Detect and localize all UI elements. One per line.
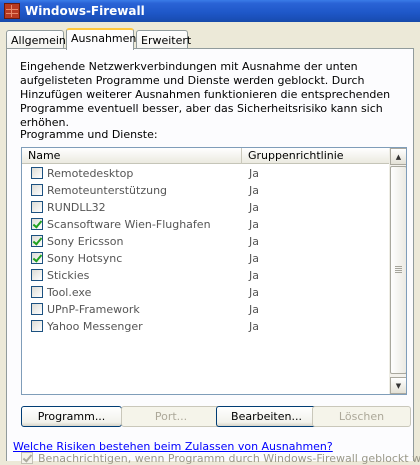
row-group-policy: Ja [249, 201, 259, 214]
firewall-icon [4, 3, 20, 19]
vertical-scrollbar[interactable]: ▲ ▼ [389, 148, 406, 394]
programs-label: Programme und Dienste: [20, 128, 158, 141]
row-name: Yahoo Messenger [47, 320, 143, 333]
row-checkbox[interactable] [31, 201, 43, 213]
list-item[interactable]: UPnP-Framework Ja [22, 301, 390, 318]
list-item[interactable]: Sony Hotsync Ja [22, 250, 390, 267]
scroll-down-icon[interactable]: ▼ [390, 377, 406, 394]
risks-help-link[interactable]: Welche Risiken bestehen beim Zulassen vo… [13, 440, 333, 453]
row-checkbox[interactable] [31, 184, 43, 196]
scroll-up-icon[interactable]: ▲ [390, 148, 406, 165]
row-name: UPnP-Framework [47, 303, 140, 316]
programs-list[interactable]: Name Gruppenrichtlinie Remotedesktop Ja Re… [21, 147, 407, 395]
list-item[interactable]: Stickies Ja [22, 267, 390, 284]
row-name: Sony Ericsson [47, 235, 124, 248]
row-name: Remoteunterstützung [47, 184, 168, 197]
row-name: RUNDLL32 [47, 201, 106, 214]
list-item[interactable]: Sony Ericsson Ja [22, 233, 390, 250]
notify-label: Benachrichtigen, wenn Programm durch Win… [38, 452, 420, 465]
grip-line [395, 272, 402, 273]
list-item[interactable]: Scansoftware Wien-Flughafen Ja [22, 216, 390, 233]
row-group-policy: Ja [249, 303, 259, 316]
row-name: Stickies [47, 269, 90, 282]
row-group-policy: Ja [249, 218, 259, 231]
row-group-policy: Ja [249, 320, 259, 333]
description-text: Eingehende Netzwerkverbindungen mit Ausn… [20, 60, 391, 129]
window-title: Windows-Firewall [25, 4, 145, 18]
add-program-button[interactable]: Programm... [21, 406, 122, 427]
row-name: Sony Hotsync [47, 252, 123, 265]
row-group-policy: Ja [249, 167, 259, 180]
title-bar[interactable]: Windows-Firewall [0, 0, 420, 22]
row-group-policy: Ja [249, 252, 259, 265]
column-header-group-policy[interactable]: Gruppenrichtlinie [242, 148, 390, 164]
row-checkbox[interactable] [31, 252, 43, 264]
list-item[interactable]: RUNDLL32 Ja [22, 199, 390, 216]
grip-line [395, 268, 402, 269]
row-name: Remotedesktop [47, 167, 134, 180]
edit-button[interactable]: Bearbeiten... [216, 406, 317, 427]
list-item[interactable]: Remotedesktop Ja [22, 165, 390, 182]
row-name: Tool.exe [47, 286, 92, 299]
row-checkbox[interactable] [31, 218, 43, 230]
list-header: Name Gruppenrichtlinie [22, 148, 390, 164]
list-rows: Remotedesktop Ja Remoteunterstützung Ja RUND… [22, 165, 390, 335]
row-group-policy: Ja [249, 286, 259, 299]
grip-line [395, 266, 402, 267]
exceptions-panel: Eingehende Netzwerkverbindungen mit Ausn… [6, 48, 420, 465]
column-header-name[interactable]: Name [22, 148, 242, 164]
firewall-window: Windows-Firewall Allgemein Ausnahmen Erw… [0, 0, 420, 465]
tab-allgemein[interactable]: Allgemein [6, 30, 66, 49]
list-item[interactable]: Tool.exe Ja [22, 284, 390, 301]
row-checkbox[interactable] [31, 320, 43, 332]
row-group-policy: Ja [249, 235, 259, 248]
row-name: Scansoftware Wien-Flughafen [47, 218, 211, 231]
notify-checkbox[interactable] [21, 452, 33, 464]
list-item[interactable]: Remoteunterstützung Ja [22, 182, 390, 199]
list-item[interactable]: Yahoo Messenger Ja [22, 318, 390, 335]
add-port-button[interactable]: Port... [121, 406, 221, 427]
row-group-policy: Ja [249, 269, 259, 282]
scroll-thumb[interactable] [390, 166, 406, 374]
grip-line [395, 270, 402, 271]
tab-erweitert[interactable]: Erweitert [136, 30, 191, 49]
tab-ausnahmen[interactable]: Ausnahmen [66, 28, 136, 50]
row-group-policy: Ja [249, 184, 259, 197]
row-checkbox[interactable] [31, 303, 43, 315]
row-checkbox[interactable] [31, 286, 43, 298]
row-checkbox[interactable] [31, 167, 43, 179]
row-checkbox[interactable] [31, 269, 43, 281]
row-checkbox[interactable] [31, 235, 43, 247]
delete-button[interactable]: Löschen [312, 406, 411, 427]
